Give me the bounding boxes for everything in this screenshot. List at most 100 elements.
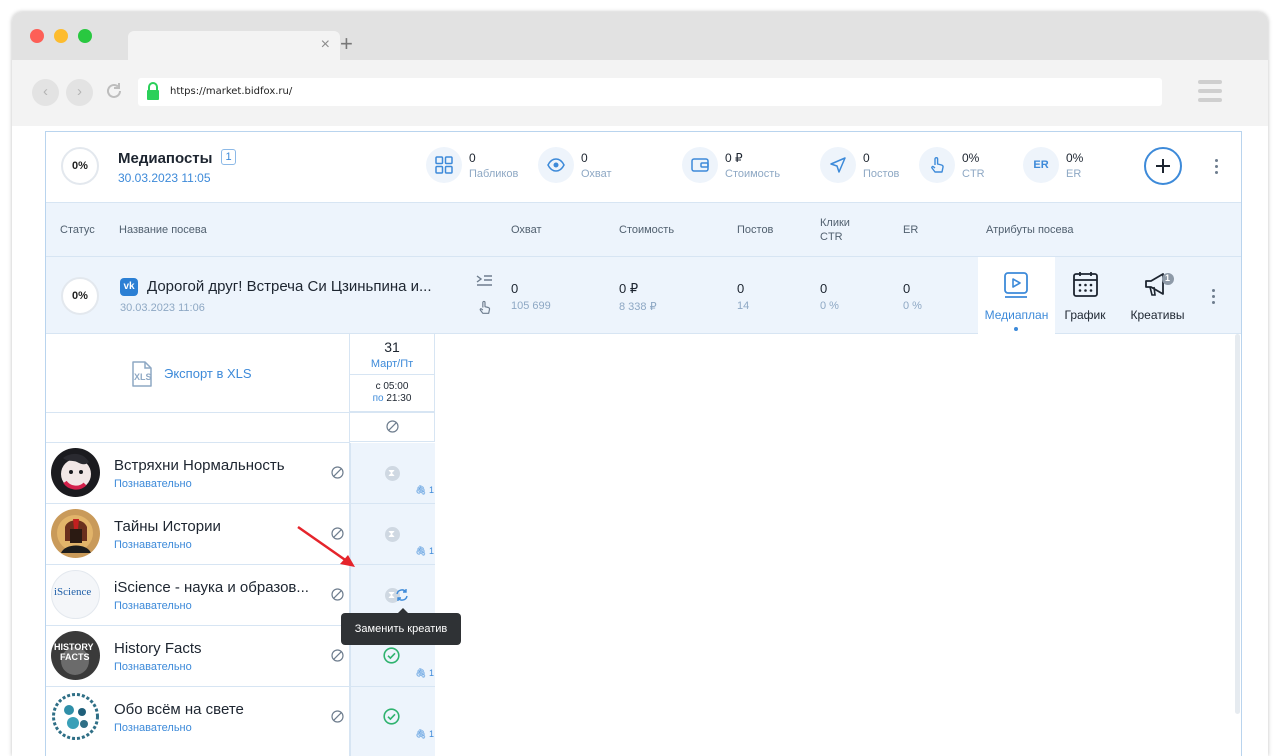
col-cost[interactable]: Стоимость — [619, 224, 674, 236]
schedule-cell[interactable]: 🖇︎ 1 — [350, 443, 435, 503]
ban-icon[interactable] — [331, 466, 344, 479]
campaign-reach: 0 — [511, 281, 519, 296]
page-title: Медиапосты — [118, 150, 213, 167]
count-badge: 1 — [221, 149, 236, 165]
megaphone-icon — [1145, 273, 1174, 296]
more-menu-icon[interactable] — [1215, 159, 1219, 177]
campaign-posts: 0 — [737, 281, 745, 296]
browser-menu-icon[interactable] — [1198, 80, 1222, 102]
ban-icon[interactable] — [331, 710, 344, 723]
stat-label: Стоимость — [725, 168, 781, 180]
col-posts[interactable]: Постов — [737, 224, 773, 236]
schedule-cell[interactable]: 🖇︎ 1 — [350, 504, 435, 564]
hourglass-icon — [385, 466, 400, 481]
stat-value: 0% — [1066, 151, 1084, 165]
list-indent-icon[interactable] — [476, 274, 493, 288]
channel-row[interactable]: Обо всём на свете Познавательно 🖇︎ 1 — [46, 687, 435, 756]
channel-name[interactable]: Обо всём на свете — [114, 701, 244, 718]
time-to: по 21:30 — [372, 393, 412, 404]
forward-button[interactable]: › — [66, 79, 93, 106]
replace-creative-icon[interactable] — [395, 588, 409, 602]
col-er[interactable]: ER — [903, 224, 918, 236]
channel-category: Познавательно — [114, 722, 192, 734]
eye-icon — [538, 147, 574, 183]
campaign-panel: 0% Медиапосты 1 30.03.2023 11:05 0 Пабли… — [45, 131, 1242, 756]
tab-close-icon[interactable]: × — [321, 36, 330, 54]
campaign-posts-planned: 14 — [737, 300, 750, 312]
browser-tab[interactable]: × — [128, 31, 340, 60]
stat-value: 0 — [581, 151, 588, 165]
column-ban-cell[interactable] — [350, 412, 435, 442]
col-reach[interactable]: Охват — [511, 224, 542, 236]
reload-icon[interactable] — [104, 81, 124, 101]
titlebar: × + — [12, 12, 1268, 60]
back-button[interactable]: ‹ — [32, 79, 59, 106]
video-icon — [1004, 272, 1028, 298]
campaign-reach-planned: 105 699 — [511, 300, 551, 312]
stat-value: 0 — [863, 151, 870, 165]
pointer-icon — [919, 147, 955, 183]
time-from: с 05:00 — [375, 381, 409, 392]
stat-label: ER — [1066, 168, 1082, 180]
vertical-scrollbar[interactable] — [1235, 334, 1240, 714]
check-circle-icon — [383, 647, 400, 664]
channel-category: Познавательно — [114, 478, 192, 490]
channel-category: Познавательно — [114, 661, 192, 673]
export-xls-button[interactable]: XLS Экспорт в XLS — [128, 360, 268, 388]
ban-icon[interactable] — [331, 588, 344, 601]
close-window-button[interactable] — [30, 29, 44, 43]
channel-row[interactable]: Тайны Истории Познавательно 🖇︎ 1 — [46, 504, 435, 565]
stat-value: 0 ₽ — [725, 151, 743, 165]
campaign-er: 0 — [903, 281, 911, 296]
attachments-count: 🖇︎ 1 — [415, 729, 434, 739]
campaign-ctr-percent: 0 % — [820, 300, 839, 312]
tab-label: График — [1064, 308, 1106, 322]
minimize-window-button[interactable] — [54, 29, 68, 43]
col-status: Статус — [60, 224, 95, 236]
campaign-title[interactable]: Дорогой друг! Встреча Си Цзиньпина и... — [147, 278, 432, 295]
avatar — [51, 692, 100, 741]
er-icon: ER — [1023, 147, 1059, 183]
tab-mediaplan[interactable]: Медиаплан — [978, 257, 1055, 334]
add-button[interactable] — [1144, 147, 1182, 185]
attachments-count: 🖇︎ 1 — [415, 668, 434, 678]
browser-window: × + ‹ › https://market.bidfox.ru/ 0% Мед… — [12, 12, 1268, 756]
stat-label: Пабликов — [469, 168, 519, 180]
attribute-tabs: Медиаплан График 1 Креативы — [978, 257, 1200, 334]
er-icon-text: ER — [1033, 159, 1049, 171]
channel-row[interactable]: Встряхни Нормальность Познавательно 🖇︎ 1 — [46, 443, 435, 504]
stat-value: 0 — [469, 151, 476, 165]
campaign-ctr: 0 — [820, 281, 828, 296]
browser-toolbar: ‹ › https://market.bidfox.ru/ — [12, 60, 1268, 126]
channel-category: Познавательно — [114, 539, 192, 551]
ban-icon[interactable] — [331, 649, 344, 662]
maximize-window-button[interactable] — [78, 29, 92, 43]
col-clicks[interactable]: Клики — [820, 217, 850, 229]
new-tab-icon[interactable]: + — [340, 33, 353, 55]
address-bar[interactable]: https://market.bidfox.ru/ — [138, 78, 1162, 106]
stat-label: Постов — [863, 168, 900, 180]
hourglass-icon — [385, 527, 400, 542]
campaign-more-icon[interactable] — [1212, 289, 1216, 307]
tab-creatives[interactable]: 1 Креативы — [1115, 257, 1200, 334]
channel-name[interactable]: iScience - наука и образов... — [114, 579, 309, 596]
pointer-icon[interactable] — [477, 299, 492, 316]
channel-name[interactable]: Встряхни Нормальность — [114, 457, 285, 474]
channel-category: Познавательно — [114, 600, 192, 612]
table-header: Статус Название посева Охват Стоимость П… — [46, 202, 1241, 256]
xls-icon-text: XLS — [134, 372, 152, 382]
channel-name[interactable]: Тайны Истории — [114, 518, 221, 535]
grid-icon — [426, 147, 462, 183]
col-ctr[interactable]: CTR — [820, 231, 843, 243]
tab-schedule[interactable]: График — [1055, 257, 1115, 334]
date-column-header: 31 Март/Пт с 05:00 по 21:30 — [350, 334, 435, 412]
col-attrs: Атрибуты посева — [986, 224, 1074, 236]
campaign-row[interactable]: 0% vk Дорогой друг! Встреча Си Цзиньпина… — [46, 256, 1241, 334]
attachments-count: 🖇︎ 1 — [415, 485, 434, 495]
schedule-cell[interactable]: 🖇︎ 1 — [350, 687, 435, 756]
stat-label: Охват — [581, 168, 612, 180]
ban-icon — [386, 420, 399, 433]
campaign-cost: 0 ₽ — [619, 281, 639, 296]
active-tab-dot — [1014, 327, 1018, 331]
channel-name[interactable]: History Facts — [114, 640, 202, 657]
